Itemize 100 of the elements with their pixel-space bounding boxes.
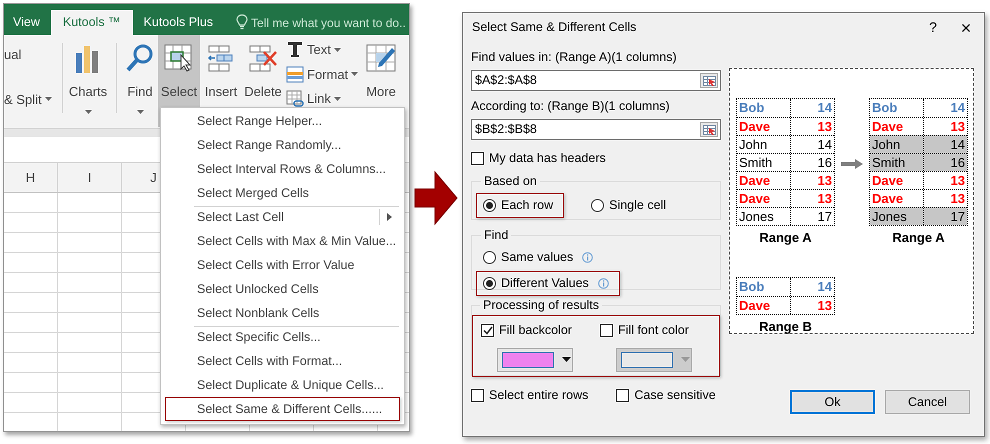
close-button[interactable]: × bbox=[948, 18, 984, 36]
ribbon-tab[interactable]: Kutools ™ bbox=[50, 10, 133, 35]
field-label: According to: (Range B)(1 columns) bbox=[471, 99, 671, 113]
ribbon-label: ual bbox=[4, 46, 22, 64]
checkbox[interactable] bbox=[471, 152, 484, 164]
big-arrow bbox=[413, 169, 459, 227]
table-caption: Range A bbox=[759, 229, 812, 247]
menu-item[interactable]: Select Duplicate & Unique Cells... bbox=[165, 373, 400, 397]
caret-icon bbox=[562, 357, 571, 362]
checkbox[interactable] bbox=[471, 388, 484, 402]
help-button[interactable]: ? bbox=[918, 17, 948, 38]
range-picker-button[interactable] bbox=[700, 73, 718, 88]
menu-item[interactable]: Select Specific Cells... bbox=[165, 325, 400, 349]
lightbulb-icon bbox=[236, 14, 248, 30]
ribbon-button[interactable]: Format bbox=[286, 64, 358, 84]
table-cell-text: 13 bbox=[816, 296, 833, 314]
radio-button[interactable] bbox=[483, 250, 496, 264]
table-cell: Dave bbox=[870, 172, 924, 189]
window-title: Select Same & Different Cells bbox=[472, 19, 638, 36]
table-cell-text: 14 bbox=[950, 99, 966, 117]
table-cell: Jones bbox=[870, 208, 924, 225]
option-row[interactable]: Different Values bbox=[476, 270, 620, 296]
caret-icon bbox=[334, 96, 341, 101]
checkbox[interactable] bbox=[616, 388, 630, 402]
arrow-icon bbox=[841, 159, 863, 169]
range-picker-button[interactable] bbox=[700, 122, 718, 137]
menu-item[interactable]: Select Cells with Max & Min Value... bbox=[165, 229, 400, 253]
ribbon-button[interactable]: Link bbox=[286, 89, 341, 108]
ribbon-button[interactable]: Charts bbox=[63, 35, 113, 127]
caret-icon bbox=[84, 110, 92, 114]
table-caption: Range B bbox=[759, 318, 812, 336]
ribbon-button[interactable]: Find bbox=[122, 35, 158, 127]
text-format-icon bbox=[286, 41, 304, 58]
table-cell: Dave bbox=[737, 172, 791, 189]
format-icon bbox=[286, 66, 304, 83]
table-cell-text: 13 bbox=[950, 190, 966, 207]
option-row[interactable]: Each row bbox=[476, 192, 564, 218]
checkbox[interactable] bbox=[481, 324, 494, 337]
ribbon-tab[interactable]: Kutools Plus bbox=[140, 10, 216, 35]
radio-label: Each row bbox=[501, 196, 554, 214]
group-title: Find bbox=[483, 227, 510, 244]
table-cell-text: 16 bbox=[950, 154, 966, 171]
color-dropdown[interactable] bbox=[497, 348, 573, 372]
dialog-button[interactable]: Cancel bbox=[885, 390, 970, 414]
table-cell: Smith bbox=[737, 154, 791, 171]
radio-button[interactable] bbox=[483, 198, 496, 212]
menu-item[interactable]: Select Range Randomly... bbox=[165, 133, 400, 157]
table-cell-text: 13 bbox=[950, 172, 966, 189]
table-cell-text: 13 bbox=[816, 118, 833, 135]
table-cell-text: 17 bbox=[816, 208, 833, 225]
field-label: Find values in: (Range A)(1 columns) bbox=[471, 50, 678, 64]
table-cell: Bob bbox=[737, 278, 791, 296]
checkbox-label: Fill backcolor bbox=[499, 322, 572, 339]
column-header[interactable]: I bbox=[58, 163, 122, 192]
split-button[interactable]: & Split bbox=[4, 90, 52, 109]
caret-icon bbox=[136, 110, 144, 114]
table-cell-text: 13 bbox=[950, 118, 966, 135]
radio-label: Same values bbox=[501, 248, 574, 266]
radio-button[interactable] bbox=[591, 198, 604, 212]
submenu-arrow-icon bbox=[387, 213, 392, 221]
ribbon-button[interactable]: Text bbox=[286, 40, 341, 60]
radio-button[interactable] bbox=[483, 276, 496, 290]
table-cell-text: 17 bbox=[950, 208, 966, 225]
table-cell: Dave bbox=[737, 118, 791, 135]
menu-item[interactable]: Select Cells with Error Value bbox=[165, 253, 400, 277]
group-title: Based on bbox=[483, 173, 538, 190]
range-field[interactable]: $A$2:$A$8 bbox=[471, 70, 721, 91]
option-row[interactable]: Single cell bbox=[584, 192, 678, 218]
menu-item[interactable]: Select Unlocked Cells bbox=[165, 277, 400, 301]
option-row[interactable]: Same values bbox=[476, 244, 604, 270]
caret-icon bbox=[334, 48, 341, 52]
menu-item[interactable]: Select Last Cell bbox=[165, 205, 400, 229]
pencil-grid-icon bbox=[365, 43, 397, 73]
caret-icon bbox=[351, 72, 358, 76]
table-cell-text: 14 bbox=[816, 99, 833, 117]
table-cell-text: 14 bbox=[950, 136, 966, 153]
table-cell: John bbox=[737, 136, 791, 153]
column-header[interactable]: H bbox=[4, 163, 58, 192]
ribbon-tab[interactable]: View bbox=[10, 10, 43, 35]
table-cell: Dave bbox=[737, 296, 791, 314]
table-cell: Bob bbox=[737, 99, 791, 117]
caret-icon bbox=[681, 357, 690, 362]
menu-item[interactable]: Select Cells with Format... bbox=[165, 349, 400, 373]
caret-icon bbox=[44, 97, 52, 102]
checkbox-label: Select entire rows bbox=[489, 387, 588, 404]
checkbox-label: My data has headers bbox=[489, 150, 606, 167]
checkbox-label: Case sensitive bbox=[634, 387, 716, 404]
info-icon bbox=[582, 252, 594, 263]
delete-cells-icon bbox=[247, 43, 279, 73]
range-field[interactable]: $B$2:$B$8 bbox=[471, 119, 721, 140]
table-cell: Bob bbox=[870, 99, 924, 117]
table-cell: Smith bbox=[870, 154, 924, 171]
menu-item[interactable]: Select Same & Different Cells...... bbox=[165, 397, 400, 421]
table-cell-text: 16 bbox=[816, 154, 833, 171]
radio-label: Single cell bbox=[609, 196, 666, 214]
menu-item[interactable]: Select Nonblank Cells bbox=[165, 301, 400, 325]
tell-me-field[interactable]: Tell me what you want to do.. bbox=[248, 10, 406, 35]
table-cell: Jones bbox=[737, 208, 791, 225]
dialog-button[interactable]: Ok bbox=[790, 390, 875, 414]
table-cell-text: 13 bbox=[816, 172, 833, 189]
